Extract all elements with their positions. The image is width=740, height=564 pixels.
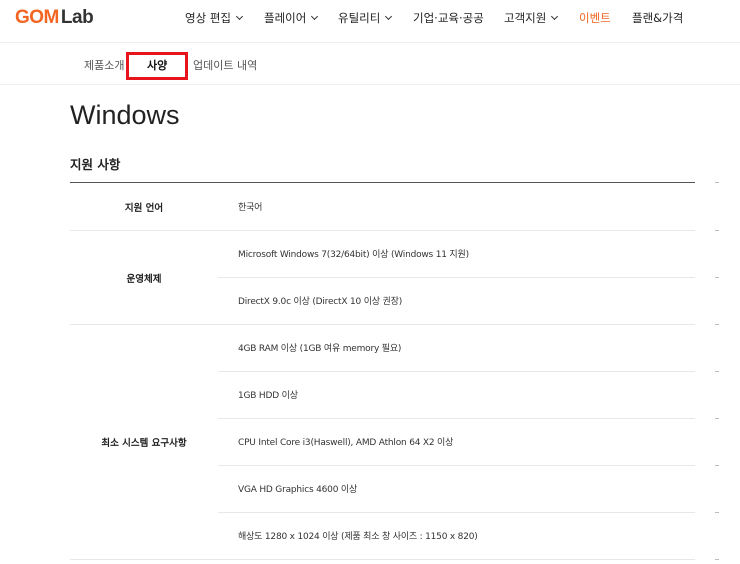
row-divider <box>70 230 695 231</box>
chevron-down-icon <box>311 12 319 21</box>
spec-value-os-2: DirectX 9.0c 이상 (DirectX 10 이상 권장) <box>238 297 403 307</box>
nav-item-business[interactable]: 기업·교육·공공 <box>413 10 484 26</box>
edge-divider <box>715 324 719 325</box>
nav-item-label: 기업·교육·공공 <box>413 11 484 25</box>
edge-divider <box>715 418 719 419</box>
spec-label-language: 지원 언어 <box>124 203 164 214</box>
spec-value-vga: VGA HD Graphics 4600 이상 <box>238 485 358 495</box>
edge-divider <box>715 182 719 183</box>
section-rule <box>70 182 695 183</box>
tab-product-intro[interactable]: 제품소개 <box>84 57 124 73</box>
spec-value-resolution: 해상도 1280 x 1024 이상 (제품 최소 창 사이즈 : 1150 x… <box>238 532 478 542</box>
row-divider <box>218 418 695 419</box>
top-navigation: GOM Lab 영상 편집 플레이어 유틸리티 기업·교육·공공 고객지원 이벤… <box>0 0 740 37</box>
row-divider <box>70 559 695 560</box>
nav-item-label: 이벤트 <box>579 11 611 25</box>
chevron-down-icon <box>385 12 393 21</box>
row-divider <box>218 371 695 372</box>
product-subtabs: 제품소개 사양 업데이트 내역 <box>0 46 740 84</box>
spec-label-os: 운영체제 <box>126 274 162 285</box>
edge-divider <box>715 230 719 231</box>
nav-item-label: 고객지원 <box>504 11 547 25</box>
edge-divider <box>715 465 719 466</box>
spec-value-cpu: CPU Intel Core i3(Haswell), AMD Athlon 6… <box>238 438 454 448</box>
nav-item-pricing[interactable]: 플랜&가격 <box>632 10 683 26</box>
chevron-down-icon <box>235 12 244 21</box>
section-title: 지원 사항 <box>70 157 121 172</box>
page-title: Windows <box>70 100 180 130</box>
chevron-down-icon <box>551 12 559 21</box>
spec-value-ram: 4GB RAM 이상 (1GB 여유 memory 필요) <box>238 344 402 354</box>
spec-value-language: 한국어 <box>238 203 263 213</box>
nav-item-label: 플레이어 <box>264 11 307 25</box>
nav-item-support[interactable]: 고객지원 <box>504 10 559 26</box>
nav-item-event[interactable]: 이벤트 <box>579 10 611 26</box>
nav-item-video-edit[interactable]: 영상 편집 <box>185 10 244 26</box>
nav-item-utility[interactable]: 유틸리티 <box>338 10 393 26</box>
tab-update-history[interactable]: 업데이트 내역 <box>193 57 257 73</box>
spec-value-hdd: 1GB HDD 이상 <box>238 391 298 401</box>
edge-divider <box>715 559 719 560</box>
nav-item-label: 유틸리티 <box>338 11 381 25</box>
row-divider <box>218 512 695 513</box>
spec-label-minimum: 최소 시스템 요구사항 <box>101 438 187 449</box>
nav-item-label: 영상 편집 <box>185 11 231 25</box>
subtab-divider <box>0 84 740 85</box>
tab-highlight-box <box>126 52 188 80</box>
nav-item-label: 플랜&가격 <box>632 11 684 25</box>
row-divider <box>70 324 695 325</box>
row-divider <box>218 277 695 278</box>
edge-divider <box>715 277 719 278</box>
header-divider <box>0 42 740 43</box>
spec-value-os-1: Microsoft Windows 7(32/64bit) 이상 (Window… <box>238 250 469 260</box>
main-menu: 영상 편집 플레이어 유틸리티 기업·교육·공공 고객지원 이벤트 플랜&가격 <box>0 0 740 37</box>
edge-divider <box>715 512 719 513</box>
row-divider <box>218 465 695 466</box>
nav-item-player[interactable]: 플레이어 <box>264 10 319 26</box>
edge-divider <box>715 371 719 372</box>
